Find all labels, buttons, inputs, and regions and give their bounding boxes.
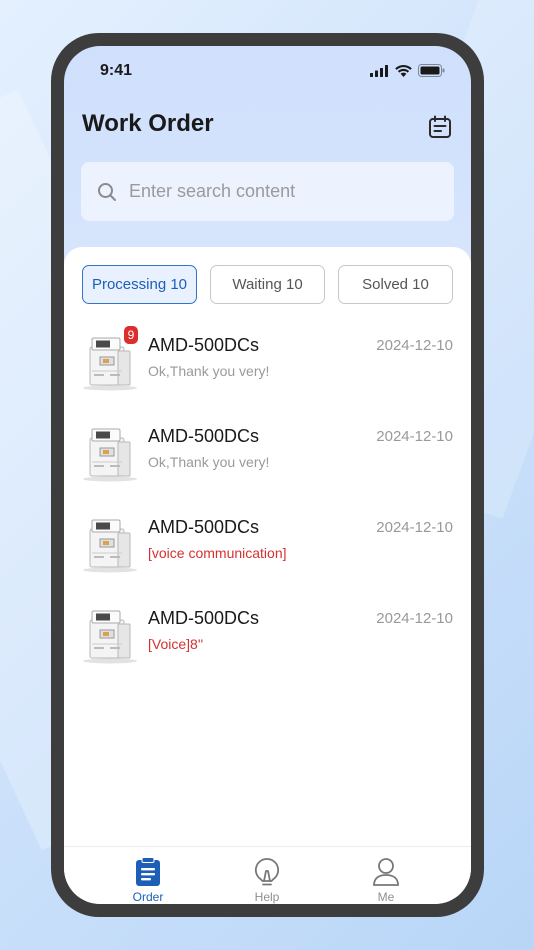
order-date: 2024-12-10 bbox=[376, 337, 453, 354]
nav-me-label: Me bbox=[377, 890, 395, 904]
status-time: 9:41 bbox=[100, 62, 133, 79]
machine-thumbnail bbox=[83, 519, 137, 573]
tab-waiting[interactable]: Waiting 10 bbox=[210, 265, 325, 304]
status-bar: 9:41 bbox=[64, 46, 471, 96]
order-item[interactable]: AMD-500DCs 2024-12-10 [Voice]8'' bbox=[64, 596, 471, 687]
order-message: Ok,Thank you very! bbox=[148, 363, 270, 379]
order-title: AMD-500DCs bbox=[148, 608, 260, 628]
status-icons bbox=[370, 64, 445, 77]
nav-order[interactable]: Order bbox=[118, 857, 178, 904]
order-message: [Voice]8'' bbox=[148, 636, 204, 652]
order-panel: Processing 10 Waiting 10 Solved 10 9 AMD… bbox=[64, 247, 471, 847]
clipboard-icon bbox=[136, 857, 160, 886]
order-item[interactable]: AMD-500DCs 2024-12-10 Ok,Thank you very! bbox=[64, 414, 471, 505]
signal-icon bbox=[370, 64, 388, 77]
phone-frame: 9:41 Work Order Enter search content Pro… bbox=[51, 33, 484, 917]
order-title: AMD-500DCs bbox=[148, 426, 260, 446]
header: Work Order bbox=[82, 94, 453, 154]
nav-help-label: Help bbox=[254, 890, 280, 904]
calendar-button[interactable] bbox=[427, 114, 453, 140]
order-date: 2024-12-10 bbox=[376, 428, 453, 445]
nav-help[interactable]: Help bbox=[237, 857, 297, 904]
order-title: AMD-500DCs bbox=[148, 335, 260, 355]
order-message: Ok,Thank you very! bbox=[148, 454, 270, 470]
order-title: AMD-500DCs bbox=[148, 517, 260, 537]
search-icon bbox=[98, 182, 116, 201]
lightbulb-icon bbox=[254, 858, 280, 886]
order-message: [voice communication] bbox=[148, 545, 287, 561]
page-title: Work Order bbox=[82, 110, 214, 137]
machine-thumbnail bbox=[83, 610, 137, 664]
search-box[interactable] bbox=[81, 162, 454, 221]
wifi-icon bbox=[395, 64, 412, 77]
nav-order-label: Order bbox=[132, 890, 164, 904]
machine-thumbnail bbox=[83, 428, 137, 482]
order-list: 9 AMD-500DCs 2024-12-10 Ok,Thank you ver… bbox=[64, 323, 471, 687]
tab-processing[interactable]: Processing 10 bbox=[82, 265, 197, 304]
order-item[interactable]: AMD-500DCs 2024-12-10 [voice communicati… bbox=[64, 505, 471, 596]
app-screen: 9:41 Work Order Enter search content Pro… bbox=[64, 46, 471, 904]
search-input[interactable] bbox=[129, 181, 429, 202]
calendar-icon bbox=[429, 115, 451, 138]
unread-badge: 9 bbox=[124, 326, 138, 344]
battery-icon bbox=[418, 64, 445, 77]
nav-me[interactable]: Me bbox=[356, 857, 416, 904]
order-item[interactable]: 9 AMD-500DCs 2024-12-10 Ok,Thank you ver… bbox=[64, 323, 471, 414]
bottom-nav: Order Help Me bbox=[64, 846, 471, 904]
tab-solved[interactable]: Solved 10 bbox=[338, 265, 453, 304]
order-date: 2024-12-10 bbox=[376, 519, 453, 536]
status-tabs: Processing 10 Waiting 10 Solved 10 bbox=[82, 265, 453, 304]
user-icon bbox=[373, 858, 399, 886]
order-date: 2024-12-10 bbox=[376, 610, 453, 627]
